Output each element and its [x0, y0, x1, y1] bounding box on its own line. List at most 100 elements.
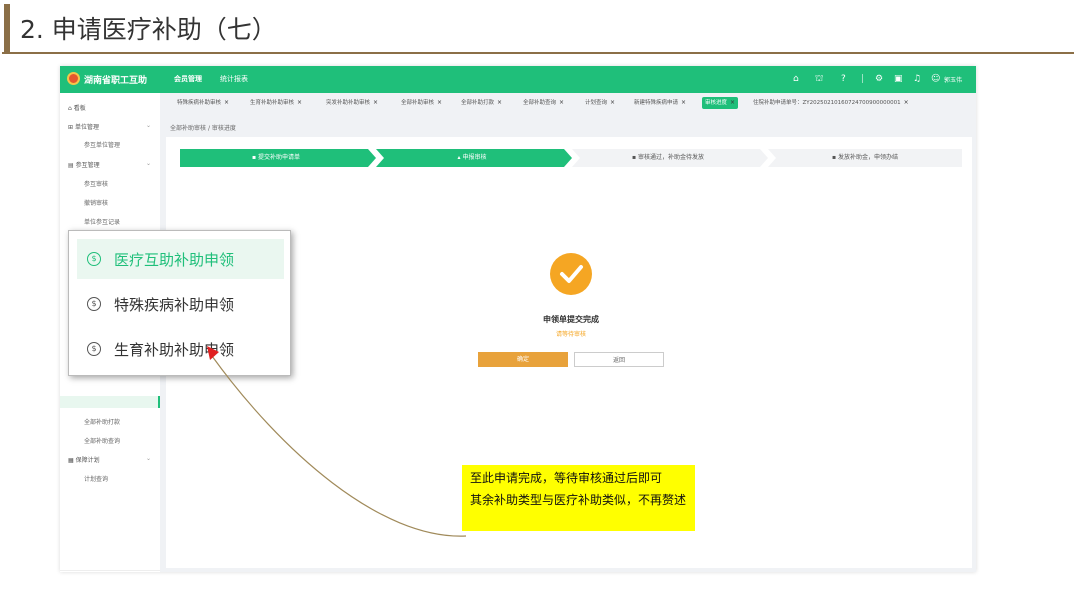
- close-icon[interactable]: ×: [497, 99, 502, 106]
- tab-maternity-review[interactable]: 生育补助补助审核 ×: [247, 97, 305, 109]
- tab-label: 计划查询: [585, 100, 608, 106]
- help-icon[interactable]: ?: [841, 73, 846, 85]
- tab-plan-query[interactable]: 计划查询 ×: [582, 97, 618, 109]
- menu-item-special-disease[interactable]: $ 特殊疾病补助申领: [77, 284, 284, 324]
- tab-label: 特殊疾病补助审核: [177, 100, 222, 106]
- sidebar-item-label: 保障计划: [75, 457, 100, 464]
- user-name[interactable]: 郭玉伟: [944, 75, 962, 84]
- divider: |: [861, 74, 865, 84]
- close-icon[interactable]: ×: [373, 99, 378, 106]
- close-icon[interactable]: ×: [681, 99, 686, 106]
- sidebar-item-label: 参互管理: [75, 162, 100, 169]
- close-icon[interactable]: ×: [224, 99, 229, 106]
- app-logo: [67, 72, 80, 85]
- sidebar-item-unit-records[interactable]: 单位参互记录: [84, 217, 120, 226]
- breadcrumb: 全部补助审核 / 审核进度: [170, 123, 236, 132]
- sidebar-item-member-review[interactable]: 参互审核: [84, 179, 108, 188]
- step-label: 发放补助金，申领办结: [837, 154, 898, 161]
- note-line-2: 其余补助类型与医疗补助类似，不再赘述: [470, 493, 687, 507]
- tab-new-special-disease[interactable]: 新建特殊疾病申请 ×: [631, 97, 689, 109]
- app-name: 湖南省职工互助: [84, 76, 148, 86]
- sidebar-item-revoke-review[interactable]: 撤销审核: [84, 198, 108, 207]
- check-icon: [560, 265, 583, 283]
- slide-title: 2. 申请医疗补助（七）: [20, 15, 277, 44]
- sidebar-item-plan[interactable]: ▦ 保障计划: [68, 455, 100, 464]
- result-subtitle: 请等待审核: [555, 331, 586, 338]
- zoomed-menu-popup: $ 医疗互助补助申领 $ 特殊疾病补助申领 $ 生育补助补助申领: [68, 230, 291, 376]
- bank-icon[interactable]: ⛫: [815, 73, 823, 85]
- tab-label: 突发补助补助审核: [326, 100, 371, 106]
- step-payout: ▪ 发放补助金，申领办结: [768, 149, 962, 167]
- bell-icon[interactable]: ♫: [913, 73, 921, 85]
- tab-label: 住院补助申请单号：ZY20250210160724700900000001: [753, 100, 901, 106]
- tab-label: 新建特殊疾病申请: [634, 100, 679, 106]
- chevron-down-icon[interactable]: ⌄: [146, 160, 151, 167]
- breadcrumb-current: 审核进度: [211, 125, 236, 132]
- chevron-down-icon[interactable]: ⌄: [146, 122, 151, 129]
- tab-all-review[interactable]: 全部补助审核 ×: [398, 97, 445, 109]
- step-label: 申报审核: [462, 154, 487, 161]
- tab-label: 全部补助打款: [461, 100, 495, 106]
- menu-item-maternity[interactable]: $ 生育补助补助申领: [77, 329, 284, 369]
- menu-item-label: 医疗互助补助申领: [114, 251, 235, 269]
- close-icon[interactable]: ×: [904, 99, 909, 106]
- success-check-icon: [550, 253, 592, 295]
- tab-review-progress[interactable]: 审核进度 ×: [702, 97, 739, 109]
- step-label: 审核通过，补助金待发放: [637, 154, 704, 161]
- back-button[interactable]: 返回: [574, 352, 664, 367]
- nav-member-management[interactable]: 会员管理: [174, 74, 202, 84]
- sidebar-item-unit-admin[interactable]: 参互单位管理: [84, 140, 120, 149]
- sidebar-item-label: 单位管理: [74, 124, 99, 131]
- sidebar-item-all-payments[interactable]: 全部补助打款: [84, 417, 120, 426]
- note-line-1: 至此申请完成，等待审核通过后即可: [470, 471, 663, 485]
- chevron-down-icon[interactable]: ⌄: [146, 455, 151, 462]
- step-submit: ▪ 提交补助申请单: [180, 149, 372, 167]
- message-icon[interactable]: ▣: [894, 73, 903, 85]
- close-icon[interactable]: ×: [437, 99, 442, 106]
- slide: 2. 申请医疗补助（七） 湖南省职工互助 会员管理 统计报表 ⌂ ⛫ ? | ⚙…: [0, 0, 1080, 603]
- sidebar-item-plan-query[interactable]: 计划查询: [84, 474, 108, 483]
- tab-emergency-review[interactable]: 突发补助补助审核 ×: [323, 97, 381, 109]
- annotation-note: 至此申请完成，等待审核通过后即可 其余补助类型与医疗补助类似，不再赘述: [462, 465, 695, 531]
- close-icon[interactable]: ×: [297, 99, 302, 106]
- sidebar-item-all-queries[interactable]: 全部补助查询: [84, 436, 120, 445]
- close-icon[interactable]: ×: [610, 99, 615, 106]
- menu-item-medical-aid[interactable]: $ 医疗互助补助申领: [77, 239, 284, 279]
- tab-label: 生育补助补助审核: [250, 100, 295, 106]
- menu-item-label: 特殊疾病补助申领: [114, 296, 235, 314]
- step-approved: ▪ 审核通过，补助金待发放: [572, 149, 764, 167]
- money-circle-icon: $: [87, 342, 101, 356]
- sidebar-item-dashboard[interactable]: ⌂ 看板: [68, 103, 86, 112]
- app-topbar: 湖南省职工互助 会员管理 统计报表 ⌂ ⛫ ? | ⚙ ▣ ♫ ☺ 郭玉伟: [60, 66, 976, 93]
- tabs-bar: 特殊疾病补助审核 × 生育补助补助审核 × 突发补助补助审核 × 全部补助审核 × 全部…: [166, 97, 972, 111]
- sidebar-item-label: 看板: [73, 105, 86, 112]
- tab-label: 全部补助审核: [401, 100, 435, 106]
- tab-all-payments[interactable]: 全部补助打款 ×: [458, 97, 505, 109]
- confirm-button[interactable]: 确定: [478, 352, 568, 367]
- result-title: 申领单提交完成: [543, 315, 599, 324]
- tab-hospital-application[interactable]: 住院补助申请单号：ZY20250210160724700900000001 ×: [750, 97, 912, 109]
- tab-special-disease-review[interactable]: 特殊疾病补助审核 ×: [174, 97, 232, 109]
- unit-icon: ⊞: [68, 124, 75, 131]
- tab-label: 审核进度: [705, 100, 728, 106]
- settings-icon[interactable]: ⚙: [875, 73, 883, 85]
- money-circle-icon: $: [87, 252, 101, 266]
- step-label: 提交补助申请单: [257, 154, 300, 161]
- nav-statistics[interactable]: 统计报表: [220, 74, 248, 84]
- sidebar-active-indicator[interactable]: [60, 396, 160, 408]
- home-icon[interactable]: ⌂: [793, 73, 799, 85]
- menu-item-label: 生育补助补助申领: [114, 341, 235, 359]
- close-icon[interactable]: ×: [730, 99, 735, 106]
- plan-icon: ▦: [68, 457, 76, 464]
- tab-label: 全部补助查询: [523, 100, 557, 106]
- sidebar-item-unit-management[interactable]: ⊞ 单位管理: [68, 122, 99, 131]
- step-review: ▴ 申报审核: [376, 149, 568, 167]
- money-circle-icon: $: [87, 297, 101, 311]
- title-accent: [4, 4, 10, 52]
- breadcrumb-parent[interactable]: 全部补助审核: [170, 125, 206, 132]
- user-icon[interactable]: ☺: [931, 73, 940, 85]
- member-icon: ▤: [68, 162, 76, 169]
- sidebar-item-member-management[interactable]: ▤ 参互管理: [68, 160, 100, 169]
- tab-all-queries[interactable]: 全部补助查询 ×: [520, 97, 567, 109]
- close-icon[interactable]: ×: [559, 99, 564, 106]
